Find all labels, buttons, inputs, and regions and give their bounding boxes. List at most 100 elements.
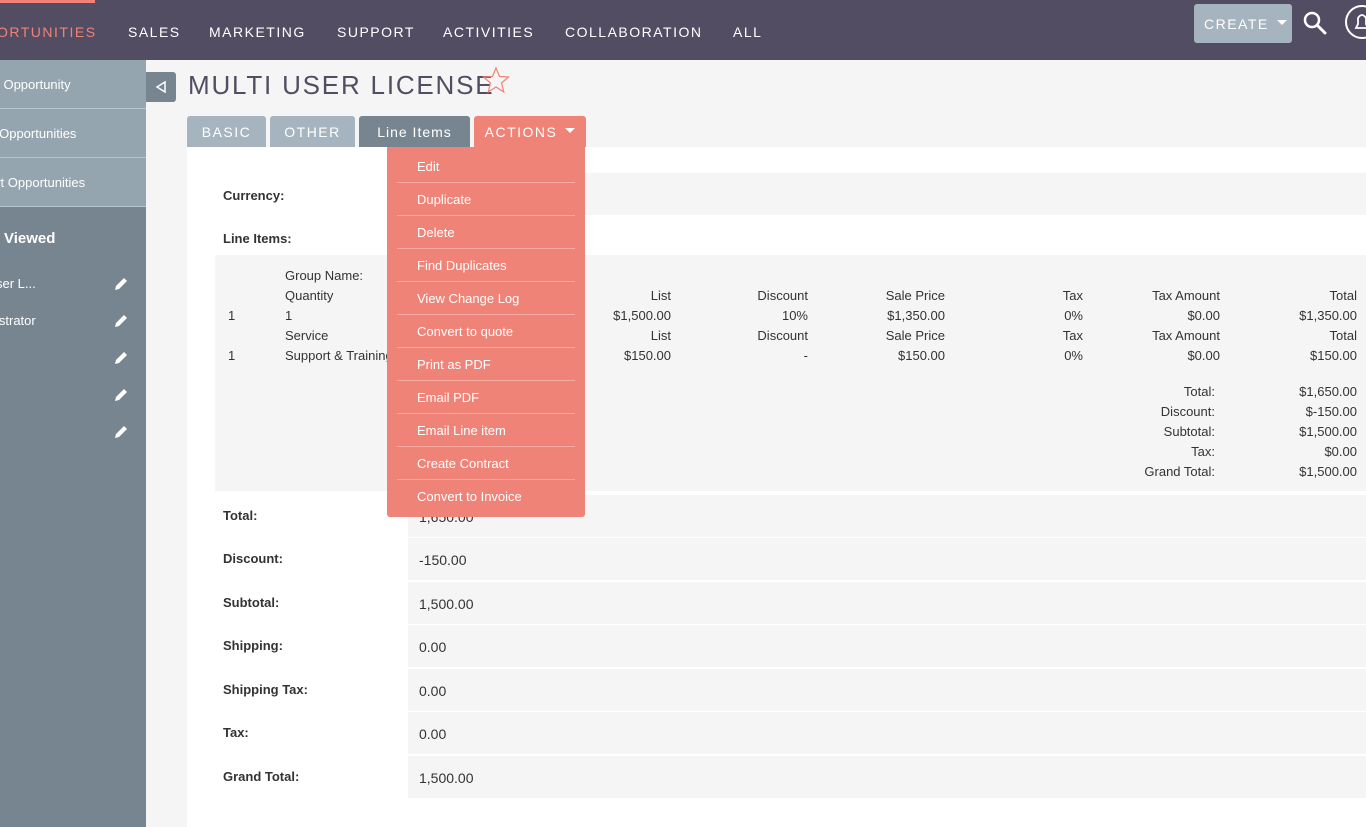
tab-line-items[interactable]: Line Items [359, 116, 470, 147]
page-title: MULTI USER LICENSE [188, 70, 495, 100]
col-header-tax: Tax [1062, 288, 1083, 303]
discount-label: Discount: [223, 551, 283, 566]
pencil-icon[interactable] [113, 276, 129, 292]
tax-value-row: 0.00 [408, 712, 1366, 754]
row-tax: 0% [1064, 308, 1083, 323]
currency-label: Currency: [223, 188, 285, 203]
triangle-left-icon [155, 80, 166, 94]
row-discount: 10% [781, 308, 808, 323]
summary-label: Tax: [1191, 444, 1215, 459]
actions-dropdown-menu: Edit Duplicate Delete Find Duplicates Vi… [387, 147, 585, 517]
nav-opportunities[interactable]: ORTUNITIES [0, 24, 97, 40]
nav-activities[interactable]: ACTIVITIES [443, 24, 534, 40]
line-items-label: Line Items: [223, 231, 292, 246]
search-icon[interactable] [1302, 10, 1328, 36]
summary-label: Grand Total: [1144, 464, 1215, 479]
subtotal-value-row: 1,500.00 [408, 582, 1366, 624]
nav-support[interactable]: SUPPORT [337, 24, 415, 40]
shipping-tax-value-row: 0.00 [408, 669, 1366, 711]
nav-all[interactable]: ALL [733, 24, 762, 40]
col-header-list: List [650, 288, 671, 303]
col-header-sale-price: Sale Price [885, 328, 945, 343]
row-total: $1,350.00 [1299, 308, 1357, 323]
nav-marketing[interactable]: MARKETING [209, 24, 306, 40]
sidebar-collapse-button[interactable] [146, 72, 176, 102]
menu-item-email-pdf[interactable]: Email PDF [397, 381, 575, 414]
row-tax-amount: $0.00 [1187, 308, 1220, 323]
pencil-icon[interactable] [113, 424, 129, 440]
chevron-down-icon [1276, 20, 1287, 25]
menu-item-duplicate[interactable]: Duplicate [397, 183, 575, 216]
shipping-value-row: 0.00 [408, 625, 1366, 667]
col-header-sale-price: Sale Price [885, 288, 945, 303]
menu-item-delete[interactable]: Delete [397, 216, 575, 249]
tab-basic[interactable]: BASIC [187, 116, 266, 147]
actions-menu-button[interactable]: ACTIONS [474, 116, 586, 147]
pencil-icon[interactable] [113, 313, 129, 329]
discount-value-row: -150.00 [408, 538, 1366, 580]
tab-other[interactable]: OTHER [270, 116, 355, 147]
col-header-discount: Discount [757, 288, 808, 303]
grand-total-value: 1,500.00 [419, 770, 474, 786]
menu-item-view-change-log[interactable]: View Change Log [397, 282, 575, 315]
actions-label: ACTIONS [484, 123, 558, 140]
recent-item[interactable]: t [0, 423, 146, 443]
grand-total-label: Grand Total: [223, 769, 300, 784]
summary-value: $-150.00 [1305, 404, 1357, 419]
row-quantity: 1 [285, 308, 293, 323]
summary-value: $1,500.00 [1299, 464, 1357, 479]
row-list: $150.00 [624, 348, 671, 363]
col-header-tax: Tax [1062, 328, 1083, 343]
col-header-discount: Discount [757, 328, 808, 343]
create-button[interactable]: CREATE [1194, 4, 1292, 43]
col-header-list: List [650, 328, 671, 343]
menu-item-edit[interactable]: Edit [397, 150, 575, 183]
sidebar-item-view-opportunities[interactable]: v Opportunities [0, 109, 146, 158]
row-index: 1 [228, 348, 236, 363]
star-icon[interactable] [482, 66, 510, 94]
pencil-icon[interactable] [113, 387, 129, 403]
menu-item-print-as-pdf[interactable]: Print as PDF [397, 348, 575, 381]
tax-label: Tax: [223, 725, 249, 740]
active-tab-indicator [0, 0, 95, 3]
menu-item-create-contract[interactable]: Create Contract [397, 447, 575, 480]
recent-item[interactable]: istrator [0, 312, 146, 332]
menu-item-find-duplicates[interactable]: Find Duplicates [397, 249, 575, 282]
shipping-tax-value: 0.00 [419, 683, 447, 699]
summary-value: $1,500.00 [1299, 424, 1357, 439]
row-tax: 0% [1064, 348, 1083, 363]
row-tax-amount: $0.00 [1187, 348, 1220, 363]
col-header-service: Service [285, 328, 329, 343]
menu-item-convert-to-invoice[interactable]: Convert to Invoice [397, 480, 575, 513]
menu-item-email-line-item[interactable]: Email Line item [397, 414, 575, 447]
col-header-tax-amount: Tax Amount [1152, 288, 1220, 303]
row-service-name: Support & Training [285, 348, 393, 363]
group-name-label: Group Name: [285, 268, 364, 283]
grand-total-value-row: 1,500.00 [408, 756, 1366, 798]
shipping-value: 0.00 [419, 639, 447, 655]
row-list: $1,500.00 [613, 308, 671, 323]
recent-item[interactable] [0, 349, 146, 369]
col-header-total: Total [1329, 328, 1357, 343]
recent-item[interactable] [0, 386, 146, 406]
col-header-tax-amount: Tax Amount [1152, 328, 1220, 343]
bell-icon[interactable] [1340, 2, 1366, 44]
col-header-total: Total [1329, 288, 1357, 303]
row-discount: - [803, 348, 808, 363]
sidebar: te Opportunity v Opportunities ort Oppor… [0, 60, 146, 827]
chevron-down-icon [565, 128, 576, 133]
sidebar-item-label: ort Opportunities [0, 174, 86, 190]
total-label: Total: [223, 508, 258, 523]
summary-label: Subtotal: [1163, 424, 1215, 439]
menu-item-convert-to-quote[interactable]: Convert to quote [397, 315, 575, 348]
recent-item-label: istrator [0, 313, 36, 328]
sidebar-item-create-opportunity[interactable]: te Opportunity [0, 60, 146, 109]
subtotal-label: Subtotal: [223, 595, 280, 610]
nav-sales[interactable]: SALES [128, 24, 181, 40]
recent-item[interactable]: ser L... [0, 275, 146, 295]
sidebar-item-import-opportunities[interactable]: ort Opportunities [0, 158, 146, 207]
nav-collaboration[interactable]: COLLABORATION [565, 24, 703, 40]
row-total: $150.00 [1310, 348, 1357, 363]
subtotal-value: 1,500.00 [419, 596, 474, 612]
pencil-icon[interactable] [113, 350, 129, 366]
